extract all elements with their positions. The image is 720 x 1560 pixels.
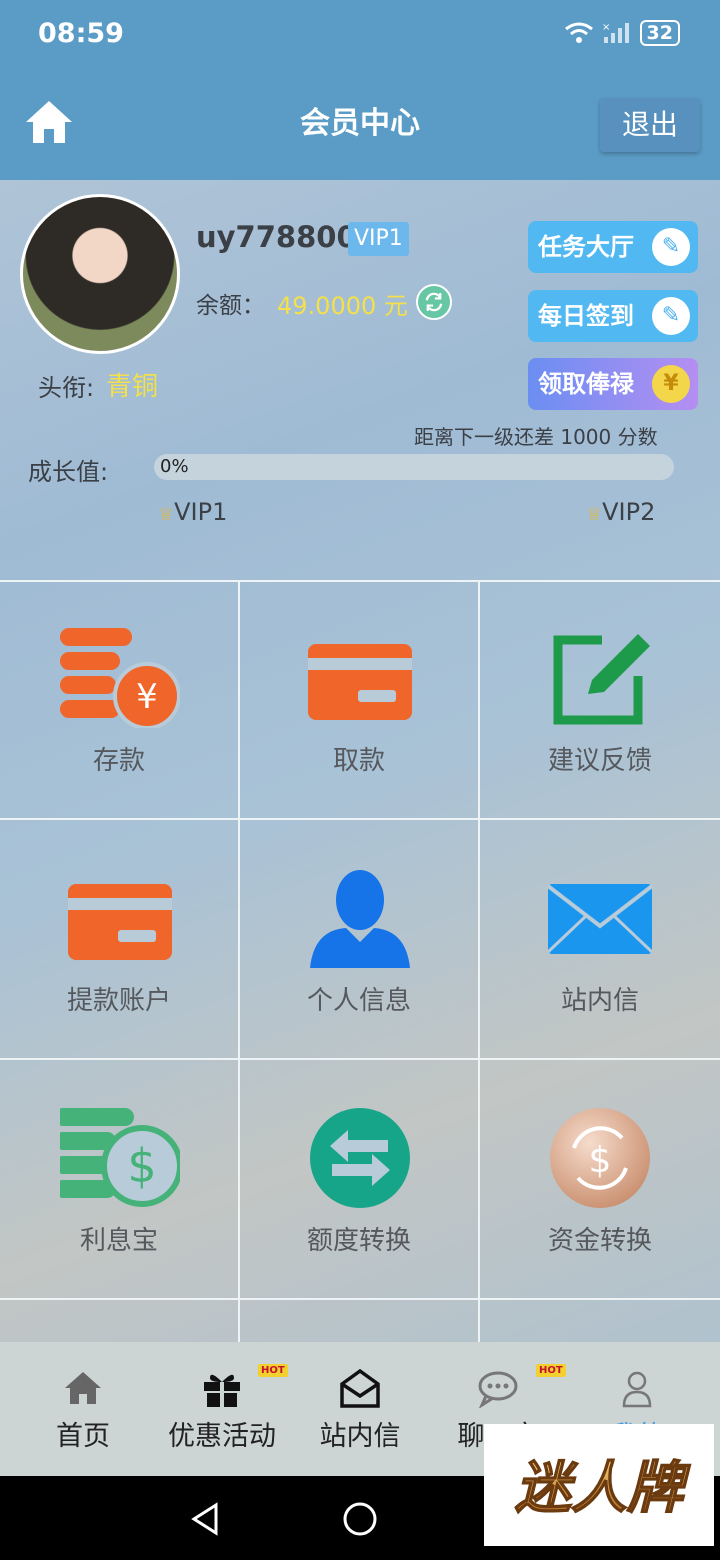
task-hall-button[interactable]: 任务大厅 ✎	[528, 221, 698, 273]
feedback-edit-icon	[553, 634, 650, 725]
avatar[interactable]	[20, 194, 180, 354]
task-hall-label: 任务大厅	[538, 233, 634, 261]
watermark-logo-image: 迷人牌	[514, 1454, 692, 1522]
grid-item-label: 站内信	[560, 986, 639, 1016]
growth-percent: 0%	[160, 456, 189, 477]
next-level-text: 距离下一级还差 1000 分数	[414, 425, 658, 449]
status-icons: × 32	[564, 20, 680, 46]
grid-item-label: 存款	[92, 746, 145, 776]
grid-item-deposit[interactable]: ¥ 存款	[0, 580, 240, 820]
grid-item-label: 建议反馈	[547, 746, 652, 776]
user-icon	[310, 870, 410, 968]
person-icon	[622, 1371, 652, 1408]
grid-item-bank-account[interactable]: 提款账户	[0, 820, 240, 1060]
nav-label: 首页	[56, 1421, 110, 1452]
grid-item-profile[interactable]: 个人信息	[240, 820, 480, 1060]
fund-exchange-icon: $	[550, 1108, 650, 1208]
growth-label: 成长值:	[28, 458, 109, 486]
crown-icon: ♕	[586, 504, 603, 525]
balance-label: 余额：	[196, 293, 265, 319]
grid-item-label: 资金转换	[547, 1226, 652, 1256]
current-level: ♕VIP1	[158, 498, 228, 526]
home-circle-icon[interactable]	[342, 1501, 378, 1537]
gift-icon	[204, 1374, 240, 1407]
edit-icon: ✎	[652, 297, 690, 335]
app-header: 会员中心 退出	[0, 70, 720, 180]
next-level: ♕VIP2	[586, 498, 656, 526]
grid-item-label: 提款账户	[66, 986, 171, 1016]
mail-icon	[546, 884, 654, 954]
rank-title-label: 头衔:	[38, 374, 95, 402]
username: uy778800	[196, 220, 357, 254]
status-time: 08:59	[38, 18, 124, 49]
hot-badge: HOT	[258, 1364, 288, 1377]
wifi-icon	[564, 22, 593, 43]
interest-dollar-icon: $	[60, 1108, 180, 1207]
signal-icon: ×	[602, 22, 629, 43]
grid-item-partial[interactable]	[0, 1300, 240, 1342]
grid-item-label: 取款	[332, 746, 385, 776]
transfer-arrows-icon	[310, 1108, 410, 1208]
home-icon[interactable]	[24, 98, 74, 146]
nav-item-home[interactable]: 首页	[55, 1368, 111, 1453]
grid-item-withdraw[interactable]: 取款	[240, 580, 480, 820]
home-icon	[65, 1372, 101, 1404]
hot-badge: HOT	[536, 1364, 566, 1377]
watermark-logo: 迷人牌	[484, 1424, 714, 1546]
nav-label: 优惠活动	[168, 1421, 276, 1452]
grid-item-messages[interactable]: 站内信	[480, 820, 720, 1060]
nav-label: 站内信	[319, 1421, 401, 1452]
status-bar: 08:59 × 32	[0, 0, 720, 70]
svg-text:$: $	[589, 1140, 612, 1181]
crown-icon: ♕	[158, 504, 175, 525]
svg-text:$: $	[127, 1139, 156, 1193]
grid-item-fund-transfer[interactable]: $ 资金转换	[480, 1060, 720, 1300]
svg-text:¥: ¥	[136, 677, 158, 717]
logout-button[interactable]: 退出	[600, 98, 700, 152]
grid-item-feedback[interactable]: 建议反馈	[480, 580, 720, 820]
balance-value: 49.0000 元	[277, 292, 408, 320]
deposit-coins-icon: ¥	[60, 628, 180, 728]
grid-item-quota-transfer[interactable]: 额度转换	[240, 1060, 480, 1300]
nav-item-promotions[interactable]: HOT 优惠活动	[166, 1364, 288, 1453]
battery-indicator: 32	[639, 20, 680, 46]
nav-item-inbox[interactable]: 站内信	[318, 1368, 402, 1453]
grid-item-partial[interactable]	[480, 1300, 720, 1342]
envelope-open-icon	[340, 1368, 380, 1408]
bank-card-icon	[68, 884, 172, 960]
daily-signin-button[interactable]: 每日签到 ✎	[528, 290, 698, 342]
claim-salary-button[interactable]: 领取俸禄 ¥	[528, 358, 698, 410]
back-icon[interactable]	[190, 1502, 220, 1536]
chat-icon	[478, 1371, 518, 1409]
yen-coin-icon: ¥	[652, 365, 690, 403]
grid-item-label: 利息宝	[79, 1226, 158, 1256]
grid-item-interest[interactable]: $ 利息宝	[0, 1060, 240, 1300]
svg-text:迷人牌: 迷人牌	[515, 1455, 691, 1521]
rank-title-value: 青铜	[106, 372, 159, 402]
refresh-icon[interactable]	[416, 284, 452, 320]
grid-item-label: 个人信息	[306, 986, 411, 1016]
menu-grid: ¥ 存款 取款 建议反馈 提款账户 个人信息 站内信 $ 利息宝 额度转换 $ …	[0, 580, 720, 1342]
grid-item-partial[interactable]	[240, 1300, 480, 1342]
withdraw-card-icon	[308, 644, 412, 720]
vip-badge: VIP1	[348, 222, 409, 256]
edit-icon: ✎	[652, 228, 690, 266]
svg-text:×: ×	[602, 22, 610, 33]
grid-item-label: 额度转换	[306, 1226, 411, 1256]
claim-salary-label: 领取俸禄	[538, 370, 634, 398]
daily-signin-label: 每日签到	[538, 302, 634, 330]
growth-progress-bar: 0%	[154, 454, 674, 480]
